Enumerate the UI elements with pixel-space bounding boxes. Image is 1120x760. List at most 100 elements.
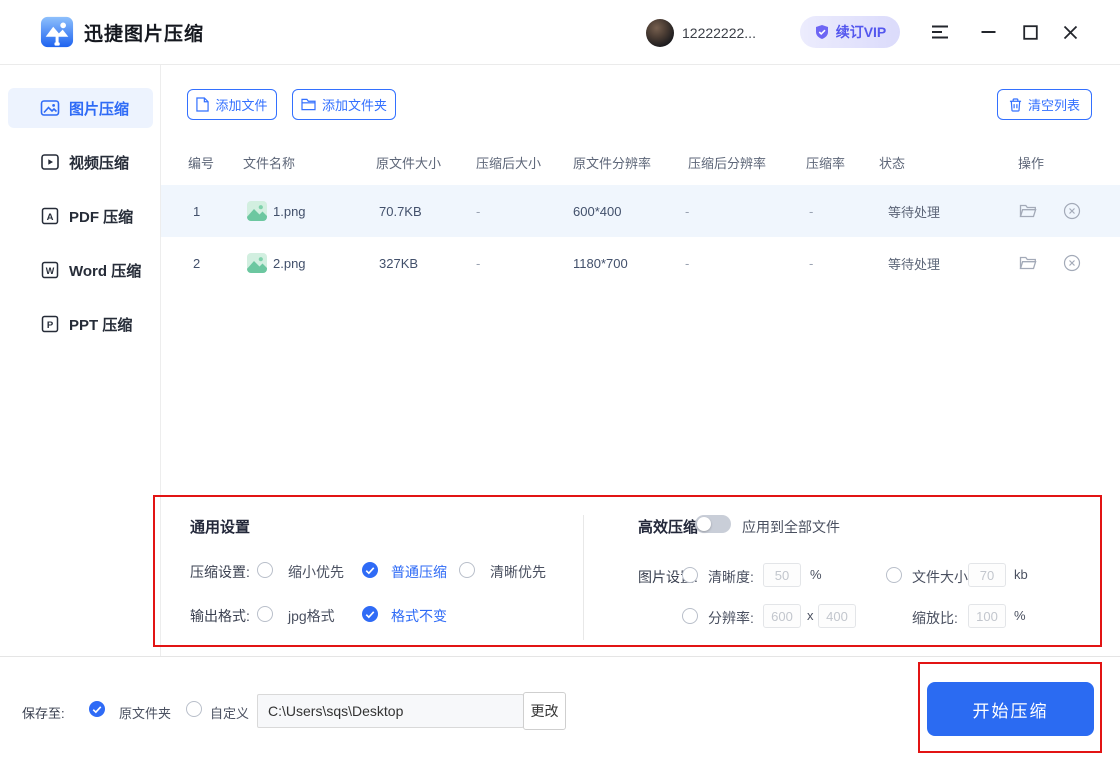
start-compression-button[interactable]: 开始压缩 <box>927 682 1094 736</box>
sidebar-item-video-compress[interactable]: 视频压缩 <box>8 142 153 182</box>
sidebar-item-pdf-compress[interactable]: A PDF 压缩 <box>8 196 153 236</box>
resolution-times: x <box>807 608 814 623</box>
maximize-icon[interactable] <box>1017 20 1043 44</box>
app-logo-icon <box>40 15 74 49</box>
scale-unit: % <box>1014 608 1026 623</box>
resolution-height-input[interactable] <box>818 604 856 628</box>
add-file-button[interactable]: 添加文件 <box>187 89 277 120</box>
jpg-format-label[interactable]: jpg格式 <box>288 606 335 626</box>
col-compressed-resolution: 压缩后分辨率 <box>688 140 766 184</box>
open-folder-icon[interactable] <box>1019 255 1037 271</box>
close-icon[interactable] <box>1057 20 1083 44</box>
custom-folder-label[interactable]: 自定义 <box>210 703 249 722</box>
renew-vip-button[interactable]: 续订VIP <box>800 16 900 48</box>
user-avatar[interactable] <box>646 19 674 47</box>
radio-custom-folder[interactable] <box>186 701 202 717</box>
row-compressed-size: - <box>476 185 480 237</box>
sidebar-item-label: 视频压缩 <box>69 152 129 173</box>
row-no: 2 <box>193 237 200 289</box>
normal-compression-label[interactable]: 普通压缩 <box>391 562 447 582</box>
sidebar-item-image-compress[interactable]: 图片压缩 <box>8 88 153 128</box>
scale-label: 缩放比: <box>912 608 958 628</box>
original-folder-label[interactable]: 原文件夹 <box>119 703 171 722</box>
radio-resolution[interactable] <box>682 608 698 624</box>
keep-format-label[interactable]: 格式不变 <box>391 606 447 626</box>
col-no: 编号 <box>188 140 214 184</box>
apply-all-toggle[interactable] <box>695 515 731 533</box>
username[interactable]: 12222222... <box>682 0 756 65</box>
footer-divider <box>0 656 1120 657</box>
row-orig-size: 70.7KB <box>379 185 422 237</box>
row-orig-resolution: 600*400 <box>573 185 621 237</box>
image-file-icon <box>247 237 267 289</box>
radio-original-folder[interactable] <box>89 701 105 717</box>
radio-jpg-format[interactable] <box>257 606 273 622</box>
output-format-label: 输出格式: <box>190 606 250 626</box>
clarity-priority-label[interactable]: 清晰优先 <box>490 562 546 582</box>
row-no: 1 <box>193 185 200 237</box>
clarity-input[interactable] <box>763 563 801 587</box>
radio-filesize[interactable] <box>886 567 902 583</box>
general-settings-title: 通用设置 <box>190 516 250 537</box>
sidebar-item-word-compress[interactable]: W Word 压缩 <box>8 250 153 290</box>
remove-file-icon[interactable] <box>1063 202 1081 220</box>
col-status: 状态 <box>879 140 905 184</box>
radio-normal-compression[interactable] <box>362 562 378 578</box>
sidebar-item-label: 图片压缩 <box>69 98 129 119</box>
row-status: 等待处理 <box>888 185 940 237</box>
col-orig-resolution: 原文件分辨率 <box>573 140 651 184</box>
resolution-width-input[interactable] <box>763 604 801 628</box>
app-window: 迅捷图片压缩 12222222... 续订VIP <box>0 0 1120 760</box>
row-compressed-resolution: - <box>685 185 689 237</box>
radio-keep-format[interactable] <box>362 606 378 622</box>
efficient-compression-title: 高效压缩 <box>638 516 698 537</box>
radio-clarity-priority[interactable] <box>459 562 475 578</box>
table-row[interactable]: 2 2.png 327KB - 1180*700 - - 等待处理 <box>161 237 1120 289</box>
row-compressed-size: - <box>476 237 480 289</box>
image-compress-icon <box>40 98 60 118</box>
sidebar-item-ppt-compress[interactable]: P PPT 压缩 <box>8 304 153 344</box>
sidebar-item-label: PPT 压缩 <box>69 314 132 335</box>
table-header: 编号 文件名称 原文件大小 压缩后大小 原文件分辨率 压缩后分辨率 压缩率 状态… <box>161 140 1120 184</box>
resolution-label[interactable]: 分辨率: <box>708 608 754 628</box>
col-orig-size: 原文件大小 <box>376 140 441 184</box>
sidebar-item-label: PDF 压缩 <box>69 206 133 227</box>
radio-shrink-priority[interactable] <box>257 562 273 578</box>
row-filename: 2.png <box>273 237 306 289</box>
row-compressed-resolution: - <box>685 237 689 289</box>
col-compressed-size: 压缩后大小 <box>476 140 541 184</box>
menu-icon[interactable] <box>927 20 953 44</box>
pdf-compress-icon: A <box>40 206 60 226</box>
col-ratio: 压缩率 <box>806 140 845 184</box>
radio-clarity[interactable] <box>682 567 698 583</box>
settings-divider <box>583 515 584 640</box>
save-path-input[interactable] <box>257 694 524 728</box>
change-path-button[interactable]: 更改 <box>523 692 566 730</box>
compression-setting-label: 压缩设置: <box>190 562 250 582</box>
scale-input[interactable] <box>968 604 1006 628</box>
folder-icon <box>301 98 316 111</box>
save-to-label: 保存至: <box>22 703 65 722</box>
col-filename: 文件名称 <box>243 140 295 184</box>
clear-list-button[interactable]: 清空列表 <box>997 89 1092 120</box>
word-compress-icon: W <box>40 260 60 280</box>
clarity-label[interactable]: 清晰度: <box>708 567 754 587</box>
vip-shield-icon <box>814 24 830 40</box>
minimize-icon[interactable] <box>975 20 1001 44</box>
video-compress-icon <box>40 152 60 172</box>
svg-text:A: A <box>47 212 54 223</box>
shrink-priority-label[interactable]: 缩小优先 <box>288 562 344 582</box>
file-icon <box>196 97 209 112</box>
table-row[interactable]: 1 1.png 70.7KB - 600*400 - - 等待处理 <box>161 185 1120 237</box>
filesize-label[interactable]: 文件大小: <box>912 567 972 587</box>
filesize-input[interactable] <box>968 563 1006 587</box>
row-ratio: - <box>809 185 813 237</box>
add-file-label: 添加文件 <box>215 95 267 114</box>
remove-file-icon[interactable] <box>1063 254 1081 272</box>
add-folder-label: 添加文件夹 <box>322 95 387 114</box>
app-title: 迅捷图片压缩 <box>84 0 204 65</box>
image-file-icon <box>247 185 267 237</box>
add-folder-button[interactable]: 添加文件夹 <box>292 89 396 120</box>
row-orig-resolution: 1180*700 <box>573 237 628 289</box>
open-folder-icon[interactable] <box>1019 203 1037 219</box>
